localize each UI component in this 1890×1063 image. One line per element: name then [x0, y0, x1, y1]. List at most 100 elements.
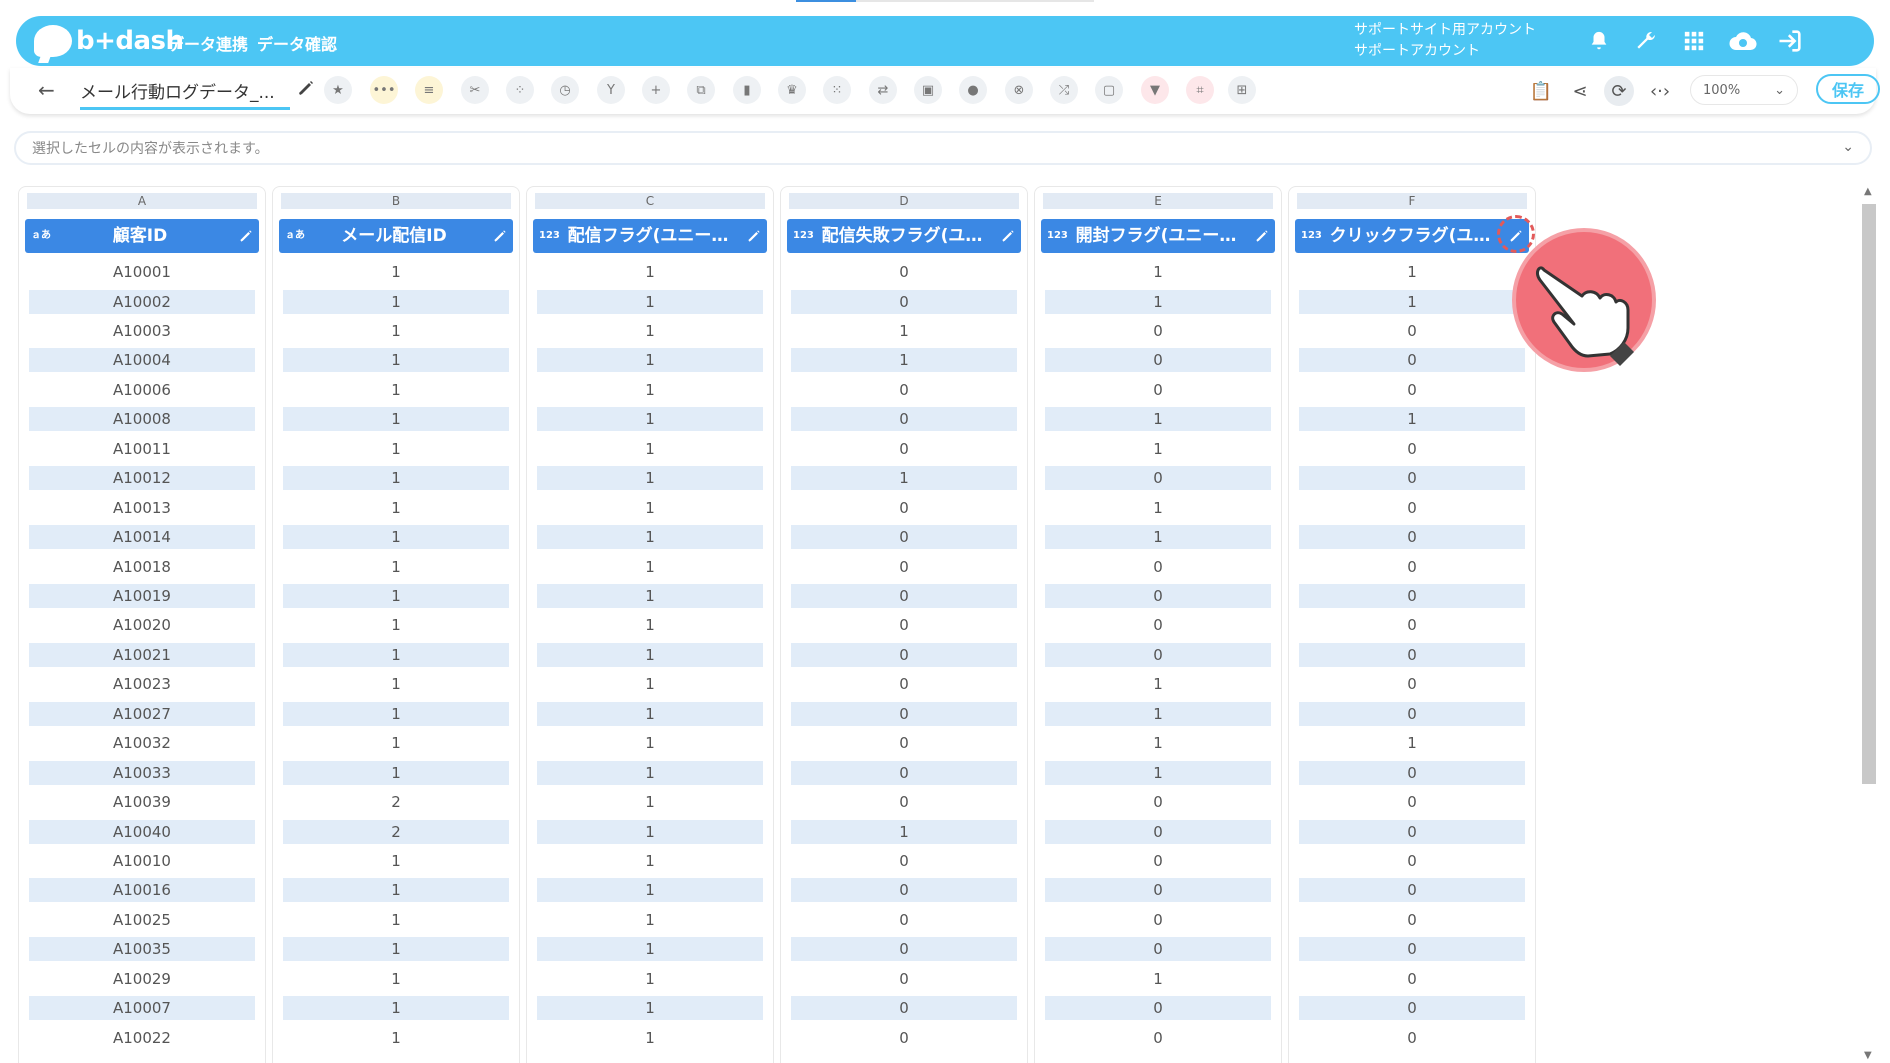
table-cell[interactable]: A10027 — [29, 701, 255, 726]
table-cell[interactable]: 1 — [283, 525, 509, 550]
column-header[interactable]: 123 開封フラグ(ユニー… — [1041, 219, 1275, 253]
table-cell[interactable]: 1 — [283, 849, 509, 873]
table-cell[interactable]: 1 — [537, 996, 763, 1021]
table-cell[interactable]: 1 — [283, 407, 509, 432]
grid-icon[interactable]: ⊞ — [1228, 76, 1256, 104]
table-cell[interactable]: 1 — [537, 583, 763, 608]
table-cell[interactable]: 0 — [1299, 642, 1525, 667]
table-cell[interactable]: 0 — [791, 555, 1017, 579]
back-arrow-icon[interactable]: ← — [38, 78, 55, 102]
table-cell[interactable]: 1 — [1045, 496, 1271, 520]
table-cell[interactable]: 1 — [537, 908, 763, 932]
note-icon[interactable]: ≡ — [415, 76, 443, 104]
table-cell[interactable]: 1 — [1045, 731, 1271, 755]
column-letter[interactable]: E — [1043, 193, 1273, 209]
table-cell[interactable]: 0 — [791, 583, 1017, 608]
wrench-icon[interactable] — [1630, 25, 1662, 57]
table-cell[interactable]: 2 — [283, 790, 509, 814]
table-cell[interactable]: 1 — [283, 289, 509, 314]
table-cell[interactable]: 0 — [791, 525, 1017, 550]
table-cell[interactable]: A10020 — [29, 613, 255, 637]
table-cell[interactable]: 1 — [537, 466, 763, 491]
table-cell[interactable]: 1 — [1045, 289, 1271, 314]
table-cell[interactable]: 0 — [1299, 555, 1525, 579]
bell-icon[interactable] — [1583, 25, 1615, 57]
table-cell[interactable]: 1 — [537, 319, 763, 343]
table-cell[interactable]: 0 — [1299, 967, 1525, 991]
table-cell[interactable]: 2 — [283, 819, 509, 844]
table-cell[interactable]: 1 — [283, 583, 509, 608]
table-cell[interactable]: A10033 — [29, 760, 255, 785]
column-header[interactable]: ａあ 顧客ID — [25, 219, 259, 253]
column-header[interactable]: 123 配信失敗フラグ(ユ… — [787, 219, 1021, 253]
logo[interactable]: b+dash — [34, 21, 184, 61]
table-cell[interactable]: 0 — [791, 878, 1017, 903]
table-cell[interactable]: 0 — [1045, 348, 1271, 373]
clipboard-icon[interactable]: 📋 — [1526, 76, 1556, 106]
edit-column-icon[interactable] — [492, 228, 508, 244]
table-cell[interactable]: 0 — [1045, 819, 1271, 844]
table-cell[interactable]: A10032 — [29, 731, 255, 755]
table-cell[interactable]: 0 — [791, 642, 1017, 667]
table-cell[interactable]: A10014 — [29, 525, 255, 550]
table-cell[interactable]: 0 — [1045, 849, 1271, 873]
table-cell[interactable]: 1 — [283, 466, 509, 491]
edit-name-icon[interactable] — [296, 78, 316, 98]
table-cell[interactable]: 1 — [537, 260, 763, 284]
table-cell[interactable]: 0 — [1299, 583, 1525, 608]
table-cell[interactable]: 0 — [1045, 319, 1271, 343]
table-cell[interactable]: 1 — [537, 289, 763, 314]
table-cell[interactable]: 0 — [791, 996, 1017, 1021]
table-cell[interactable]: A10013 — [29, 496, 255, 520]
bag-icon[interactable]: ● — [959, 76, 987, 104]
table-cell[interactable]: 0 — [1299, 760, 1525, 785]
share-icon[interactable]: ⋖ — [1565, 76, 1595, 106]
cell-content-bar[interactable]: 選択したセルの内容が表示されます。 ⌄ — [14, 131, 1872, 165]
table-cell[interactable]: 1 — [537, 672, 763, 696]
table-cell[interactable]: 0 — [1045, 996, 1271, 1021]
table-cell[interactable]: 0 — [791, 731, 1017, 755]
table-cell[interactable]: 0 — [1299, 1026, 1525, 1050]
table-cell[interactable]: A10002 — [29, 289, 255, 314]
table-cell[interactable]: A10019 — [29, 583, 255, 608]
table-cell[interactable]: 1 — [537, 555, 763, 579]
column-letter[interactable]: F — [1297, 193, 1527, 209]
table-cell[interactable]: 1 — [283, 878, 509, 903]
table-cell[interactable]: 0 — [791, 672, 1017, 696]
filter-icon[interactable]: ▼ — [1141, 76, 1169, 104]
crown-icon[interactable]: ♛ — [778, 76, 806, 104]
group-icon[interactable]: ⌗ — [1186, 76, 1214, 104]
table-cell[interactable]: 1 — [283, 701, 509, 726]
edit-column-icon[interactable] — [1000, 228, 1016, 244]
table-cell[interactable]: A10001 — [29, 260, 255, 284]
table-cell[interactable]: 0 — [1299, 672, 1525, 696]
table-cell[interactable]: 0 — [791, 849, 1017, 873]
cloud-icon[interactable] — [1727, 25, 1759, 57]
table-cell[interactable]: A10018 — [29, 555, 255, 579]
table-cell[interactable]: A10007 — [29, 996, 255, 1021]
table-cell[interactable]: 0 — [1299, 378, 1525, 402]
table-cell[interactable]: 0 — [791, 908, 1017, 932]
table-cell[interactable]: A10039 — [29, 790, 255, 814]
table-cell[interactable]: A10004 — [29, 348, 255, 373]
table-cell[interactable]: 1 — [283, 967, 509, 991]
table-cell[interactable]: 1 — [283, 760, 509, 785]
table-cell[interactable]: 1 — [1299, 731, 1525, 755]
table-cell[interactable]: 0 — [1045, 613, 1271, 637]
table-cell[interactable]: 1 — [537, 819, 763, 844]
column-letter[interactable]: D — [789, 193, 1019, 209]
frame-icon[interactable]: ▢ — [1095, 76, 1123, 104]
table-cell[interactable]: 0 — [1045, 583, 1271, 608]
table-cell[interactable]: A10022 — [29, 1026, 255, 1050]
lock-icon[interactable]: ▣ — [914, 76, 942, 104]
table-cell[interactable]: 0 — [791, 613, 1017, 637]
logout-icon[interactable] — [1774, 25, 1806, 57]
table-cell[interactable]: 1 — [283, 613, 509, 637]
table-cell[interactable]: 1 — [537, 731, 763, 755]
table-cell[interactable]: A10010 — [29, 849, 255, 873]
table-cell[interactable]: 1 — [283, 378, 509, 402]
save-button[interactable]: 保存 — [1816, 74, 1880, 104]
table-cell[interactable]: 1 — [1299, 289, 1525, 314]
column-letter[interactable]: B — [281, 193, 511, 209]
table-cell[interactable]: 0 — [791, 701, 1017, 726]
